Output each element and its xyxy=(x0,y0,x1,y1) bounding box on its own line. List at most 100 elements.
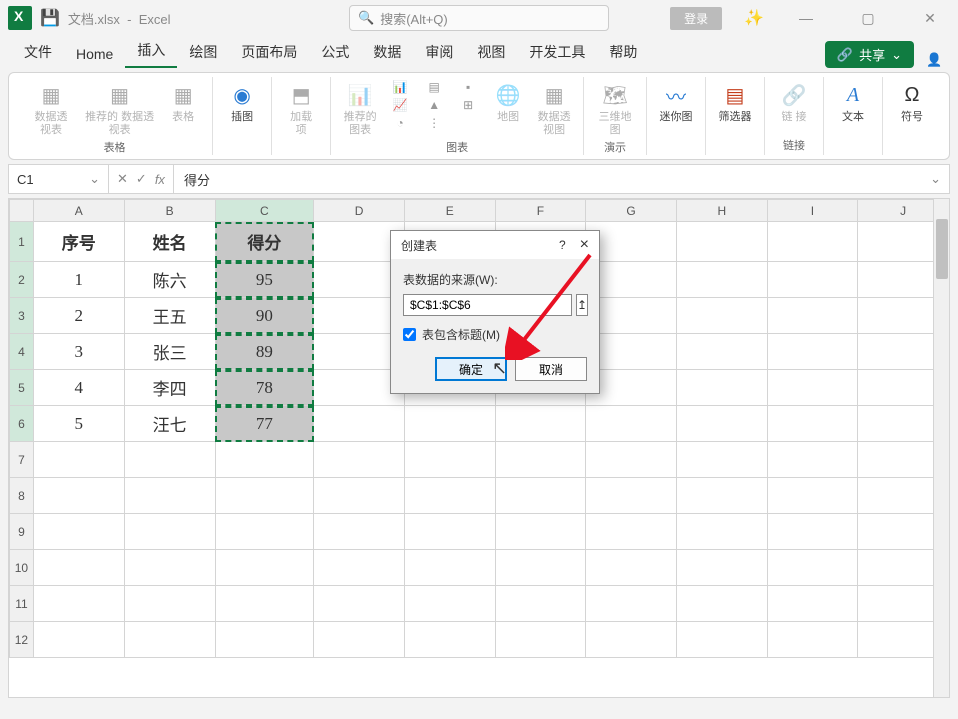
vertical-scrollbar[interactable] xyxy=(933,199,949,697)
col-header-E[interactable]: E xyxy=(404,200,495,222)
cell[interactable] xyxy=(314,478,405,514)
line-chart-icon[interactable]: 📈 xyxy=(385,97,415,113)
cell[interactable] xyxy=(676,442,767,478)
tab-help[interactable]: 帮助 xyxy=(597,36,649,68)
cell[interactable] xyxy=(215,514,314,550)
col-header-G[interactable]: G xyxy=(586,200,677,222)
cell[interactable] xyxy=(767,442,858,478)
cell[interactable] xyxy=(404,442,495,478)
cell[interactable] xyxy=(33,622,124,658)
save-icon[interactable]: 💾 xyxy=(40,8,60,28)
cell[interactable] xyxy=(767,298,858,334)
cell[interactable]: 汪七 xyxy=(124,406,215,442)
cell[interactable] xyxy=(495,478,586,514)
cell[interactable]: 2 xyxy=(33,298,124,334)
pivot-table-button[interactable]: ▦数据透 视表 xyxy=(25,79,77,139)
cell[interactable] xyxy=(586,478,677,514)
col-header-I[interactable]: I xyxy=(767,200,858,222)
cell[interactable] xyxy=(404,406,495,442)
link-button[interactable]: 🔗链 接 xyxy=(773,79,815,126)
cancel-formula-icon[interactable]: ✕ xyxy=(117,171,128,187)
cell[interactable] xyxy=(676,262,767,298)
cell[interactable] xyxy=(124,478,215,514)
cell[interactable] xyxy=(767,586,858,622)
cell[interactable] xyxy=(215,442,314,478)
col-header-H[interactable]: H xyxy=(676,200,767,222)
cell[interactable]: 序号 xyxy=(33,222,124,262)
cell[interactable] xyxy=(767,514,858,550)
cell[interactable] xyxy=(767,370,858,406)
cell-selected[interactable]: 78 xyxy=(215,370,314,406)
col-header-C[interactable]: C xyxy=(215,200,314,222)
waterfall-chart-icon[interactable]: ▪ xyxy=(453,79,483,95)
sparklines-button[interactable]: 〰迷你图 xyxy=(655,79,697,126)
cell[interactable]: 4 xyxy=(33,370,124,406)
cell[interactable] xyxy=(404,514,495,550)
cell[interactable] xyxy=(767,334,858,370)
cell[interactable] xyxy=(314,406,405,442)
tab-draw[interactable]: 绘图 xyxy=(177,36,229,68)
recommended-pivot-button[interactable]: ▦推荐的 数据透视表 xyxy=(81,79,158,139)
scrollbar-thumb[interactable] xyxy=(936,219,948,279)
cell[interactable]: 陈六 xyxy=(124,262,215,298)
formula-input[interactable]: 得分 xyxy=(174,165,922,193)
addins-button[interactable]: ⬒加载 项 xyxy=(280,79,322,139)
cell[interactable] xyxy=(33,586,124,622)
close-window-button[interactable]: ✕ xyxy=(910,10,950,27)
cell-selected[interactable]: 95 xyxy=(215,262,314,298)
cell[interactable]: 5 xyxy=(33,406,124,442)
dialog-close-button[interactable]: × xyxy=(580,236,589,254)
magic-wand-icon[interactable]: ✨ xyxy=(744,8,764,28)
cell[interactable] xyxy=(767,622,858,658)
cell[interactable] xyxy=(586,406,677,442)
cell[interactable]: 张三 xyxy=(124,334,215,370)
row-header[interactable]: 10 xyxy=(10,550,34,586)
cell[interactable] xyxy=(33,478,124,514)
cell[interactable] xyxy=(314,550,405,586)
cell[interactable] xyxy=(586,514,677,550)
tab-insert[interactable]: 插入 xyxy=(125,34,177,68)
cell[interactable]: 1 xyxy=(33,262,124,298)
cell-selected[interactable]: 77 xyxy=(215,406,314,442)
area-chart-icon[interactable]: ▲ xyxy=(419,97,449,113)
cell[interactable] xyxy=(676,622,767,658)
cell[interactable] xyxy=(215,478,314,514)
tab-home[interactable]: Home xyxy=(64,40,125,68)
cell[interactable] xyxy=(586,550,677,586)
row-header[interactable]: 6 xyxy=(10,406,34,442)
row-header[interactable]: 2 xyxy=(10,262,34,298)
row-header[interactable]: 3 xyxy=(10,298,34,334)
cell-selected[interactable]: 得分 xyxy=(215,222,314,262)
checkbox-input[interactable] xyxy=(403,328,416,341)
col-header-F[interactable]: F xyxy=(495,200,586,222)
combo-chart-icon[interactable]: ⊞ xyxy=(453,97,483,113)
cell[interactable] xyxy=(586,442,677,478)
cell[interactable] xyxy=(404,550,495,586)
fx-icon[interactable]: fx xyxy=(155,172,165,187)
cell[interactable] xyxy=(767,222,858,262)
cell[interactable] xyxy=(314,442,405,478)
cell[interactable] xyxy=(124,442,215,478)
tab-file[interactable]: 文件 xyxy=(12,36,64,68)
filter-button[interactable]: ▤筛选器 xyxy=(714,79,756,126)
col-header-A[interactable]: A xyxy=(33,200,124,222)
ok-button[interactable]: 确定 xyxy=(435,357,507,381)
search-input[interactable]: 🔍 搜索(Alt+Q) xyxy=(349,5,609,31)
cell[interactable] xyxy=(124,514,215,550)
recommended-chart-button[interactable]: 📊推荐的 图表 xyxy=(339,79,381,139)
cell[interactable] xyxy=(404,478,495,514)
cell[interactable] xyxy=(495,550,586,586)
login-button[interactable]: 登录 xyxy=(670,7,722,30)
cell[interactable] xyxy=(124,622,215,658)
cell[interactable] xyxy=(495,622,586,658)
has-headers-checkbox[interactable]: 表包含标题(M) xyxy=(403,326,587,343)
row-header[interactable]: 12 xyxy=(10,622,34,658)
cell[interactable] xyxy=(124,586,215,622)
minimize-button[interactable]: — xyxy=(786,10,826,26)
cell[interactable] xyxy=(495,406,586,442)
range-picker-button[interactable]: ↥ xyxy=(576,294,588,316)
cell[interactable] xyxy=(314,586,405,622)
cell[interactable] xyxy=(33,514,124,550)
row-header[interactable]: 9 xyxy=(10,514,34,550)
tab-devtools[interactable]: 开发工具 xyxy=(517,36,597,68)
